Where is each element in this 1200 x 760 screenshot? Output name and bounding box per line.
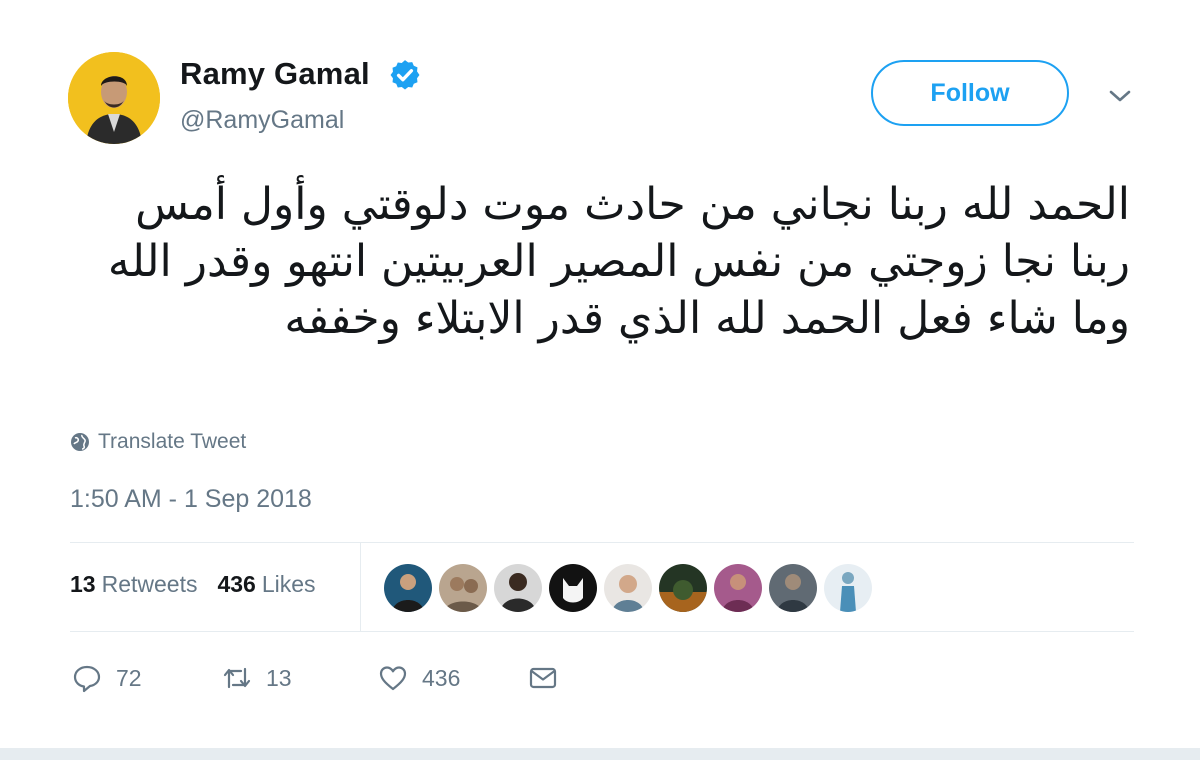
like-count: 436 — [422, 664, 461, 691]
retweets-label: Retweets — [101, 571, 198, 597]
liker-avatar[interactable] — [824, 564, 872, 612]
reply-button[interactable]: 72 — [72, 658, 142, 698]
author-handle[interactable]: @RamyGamal — [180, 106, 344, 135]
retweets-stat[interactable]: 13 Retweets — [70, 571, 197, 598]
follow-button[interactable]: Follow — [871, 60, 1069, 126]
tweet-text: الحمد لله ربنا نجاني من حادث موت دلوقتي … — [93, 179, 1130, 344]
retweets-count: 13 — [70, 571, 96, 597]
liker-avatar[interactable] — [659, 564, 707, 612]
likes-count: 436 — [217, 571, 256, 597]
envelope-icon — [529, 667, 557, 689]
likes-stat[interactable]: 436 Likes — [217, 571, 315, 598]
reply-icon — [73, 665, 101, 693]
tweet-card: Ramy Gamal @RamyGamal Follow الحمد لله ر… — [0, 0, 1200, 748]
tweet-timestamp[interactable]: 1:50 AM - 1 Sep 2018 — [70, 485, 312, 514]
liker-avatar[interactable] — [714, 564, 762, 612]
globe-icon — [71, 433, 89, 451]
liker-avatar[interactable] — [604, 564, 652, 612]
divider — [70, 542, 1134, 543]
author-avatar[interactable] — [68, 52, 160, 144]
heart-icon — [379, 666, 407, 691]
stats-divider — [360, 543, 361, 631]
reply-count: 72 — [116, 664, 142, 691]
translate-tweet-link[interactable]: Translate Tweet — [70, 428, 246, 456]
liker-avatar[interactable] — [549, 564, 597, 612]
author-name[interactable]: Ramy Gamal — [180, 56, 370, 92]
retweet-count: 13 — [266, 664, 292, 691]
divider — [70, 631, 1134, 632]
chevron-down-icon[interactable] — [1104, 84, 1136, 108]
engagement-stats: 13 Retweets 436 Likes — [70, 571, 316, 598]
liker-avatar[interactable] — [439, 564, 487, 612]
likes-label: Likes — [261, 571, 316, 597]
translate-label: Translate Tweet — [98, 430, 247, 453]
liker-avatar[interactable] — [494, 564, 542, 612]
liker-avatar[interactable] — [384, 564, 432, 612]
likers-avatars — [384, 564, 872, 612]
liker-avatar[interactable] — [769, 564, 817, 612]
verified-badge-icon — [390, 60, 420, 90]
page-background-strip — [0, 748, 1200, 760]
retweet-button[interactable]: 13 — [222, 658, 292, 698]
like-button[interactable]: 436 — [378, 658, 460, 698]
avatar-image — [68, 52, 160, 144]
direct-message-button[interactable] — [528, 658, 558, 698]
retweet-icon — [223, 667, 251, 689]
